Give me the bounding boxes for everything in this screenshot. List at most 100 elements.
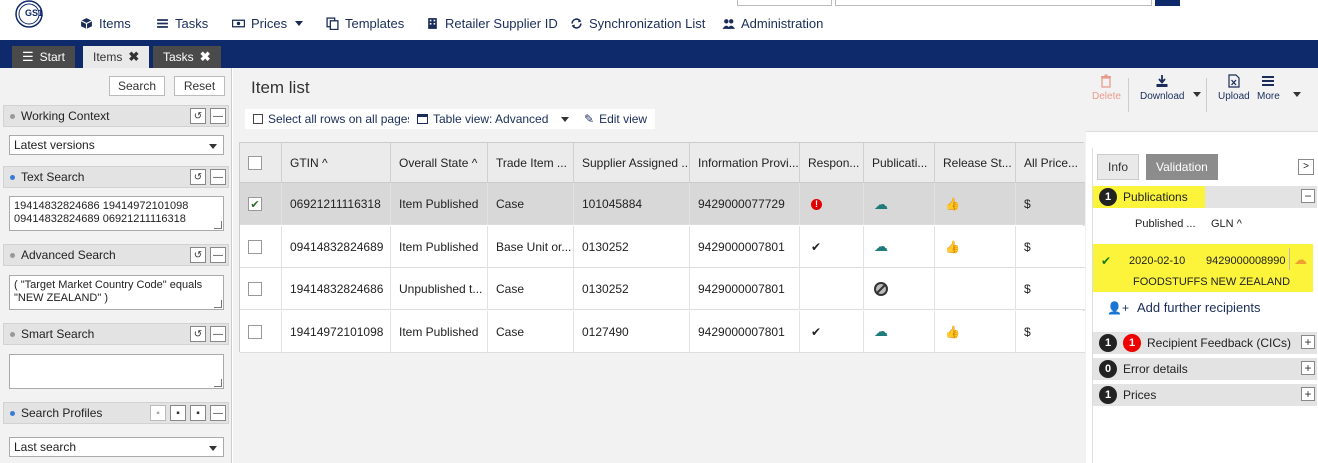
column-header-response[interactable]: Respon...: [800, 143, 864, 183]
upload-button[interactable]: Upload: [1218, 74, 1250, 102]
ban-icon[interactable]: [874, 282, 888, 296]
collapse-icon[interactable]: —: [210, 405, 226, 421]
reset-icon[interactable]: ↺: [190, 108, 206, 124]
chevron-down-icon[interactable]: [1293, 92, 1301, 97]
cloud-upload-icon[interactable]: ☁: [1294, 252, 1307, 268]
tab-items[interactable]: Items ✖: [83, 46, 150, 68]
table-view-dropdown[interactable]: Table view: Advanced: [409, 109, 578, 129]
error-icon[interactable]: !: [811, 198, 822, 210]
resize-handle-icon[interactable]: [214, 379, 222, 387]
tab-start[interactable]: ☰ Start: [12, 46, 75, 68]
collapse-icon[interactable]: —: [210, 247, 226, 263]
column-header-all-prices[interactable]: All Price...: [1016, 143, 1085, 183]
search-profiles-select[interactable]: Last search: [9, 437, 224, 457]
gs1-logo[interactable]: GS1: [12, 0, 50, 34]
column-header-gln[interactable]: GLN ^: [1211, 218, 1242, 230]
row-select-cell[interactable]: [240, 268, 282, 310]
header-select-checkbox[interactable]: [240, 143, 282, 183]
download-button[interactable]: Download: [1140, 74, 1184, 102]
column-header-information-provider[interactable]: Information Provi...: [690, 143, 800, 183]
column-header-overall-state[interactable]: Overall State ^: [391, 143, 488, 183]
reset-button[interactable]: Reset: [174, 76, 225, 96]
table-row[interactable]: 09414832824689 Item Published Base Unit or…: [240, 225, 1085, 268]
nav-tasks[interactable]: Tasks: [156, 14, 208, 32]
tab-tasks[interactable]: Tasks ✖: [153, 46, 221, 68]
close-icon[interactable]: ✖: [200, 49, 211, 65]
column-header-publication[interactable]: Publicati...: [864, 143, 935, 183]
nav-retailer-supplier-id[interactable]: Retailer Supplier ID: [426, 14, 558, 32]
expand-icon[interactable]: +: [1301, 361, 1315, 375]
column-header-supplier-assigned[interactable]: Supplier Assigned ...: [574, 143, 690, 183]
cloud-icon[interactable]: ☁: [874, 196, 888, 213]
edit-view-button[interactable]: ✎ Edit view: [576, 109, 656, 129]
nav-templates[interactable]: Templates: [326, 14, 404, 32]
reset-icon[interactable]: ↺: [190, 169, 206, 185]
advanced-search-field[interactable]: ( "Target Market Country Code" equals "N…: [9, 275, 224, 310]
collapse-icon[interactable]: −: [1301, 189, 1315, 203]
prices-header[interactable]: 1 Prices +: [1093, 384, 1317, 406]
error-details-header[interactable]: 0 Error details +: [1093, 358, 1317, 380]
resize-handle-icon[interactable]: [214, 300, 222, 308]
collapse-icon[interactable]: —: [210, 169, 226, 185]
cloud-icon[interactable]: ☁: [874, 323, 888, 340]
text-search-header[interactable]: Text Search ↺ —: [3, 166, 229, 188]
tab-start-label: Start: [39, 50, 65, 64]
nav-synchronization-list[interactable]: Synchronization List: [570, 14, 705, 32]
collapse-icon[interactable]: —: [210, 108, 226, 124]
advanced-search-header[interactable]: Advanced Search ↺ —: [3, 244, 229, 266]
save-icon[interactable]: ▪: [150, 405, 166, 421]
nav-administration[interactable]: Administration: [722, 14, 823, 32]
save-as-icon[interactable]: ▪: [170, 405, 186, 421]
smart-search-field[interactable]: [9, 354, 224, 389]
row-checkbox[interactable]: [248, 239, 262, 254]
smart-search-header[interactable]: Smart Search ↺ —: [3, 323, 229, 345]
publication-row[interactable]: ✔ 2020-02-10 9429000008990 ☁ FOODSTUFFS …: [1093, 244, 1313, 292]
tab-info[interactable]: Info: [1097, 154, 1140, 180]
expand-icon[interactable]: +: [1301, 387, 1315, 401]
more-button[interactable]: More: [1257, 74, 1280, 102]
bullet-icon: [10, 174, 15, 180]
row-select-cell[interactable]: [240, 310, 282, 353]
collapse-icon[interactable]: —: [210, 326, 226, 342]
top-select[interactable]: [737, 0, 832, 6]
select-all-button[interactable]: Select all rows on all pages: [245, 109, 422, 129]
tab-items-label: Items: [93, 50, 123, 64]
row-select-cell[interactable]: ✔: [240, 183, 282, 225]
nav-items[interactable]: Items: [80, 14, 131, 32]
row-checkbox[interactable]: ✔: [248, 197, 262, 211]
table-row[interactable]: 19414832824686 Unpublished t... Case 013025…: [240, 268, 1085, 310]
reset-icon[interactable]: ↺: [190, 326, 206, 342]
publications-header[interactable]: 1 Publications −: [1093, 186, 1317, 208]
copy-icon: [326, 16, 339, 30]
expand-icon[interactable]: +: [1301, 335, 1315, 349]
column-header-published[interactable]: Published ...: [1135, 218, 1196, 230]
nav-prices[interactable]: Prices: [232, 14, 304, 32]
top-search-button[interactable]: [1155, 0, 1180, 6]
working-context-header[interactable]: Working Context ↺ —: [3, 105, 229, 127]
text-search-field[interactable]: 19414832824686 19414972101098 0941483282…: [9, 196, 224, 231]
row-checkbox[interactable]: [248, 282, 262, 296]
tab-validation[interactable]: Validation: [1146, 154, 1218, 180]
cloud-icon[interactable]: ☁: [874, 238, 888, 255]
column-header-gtin[interactable]: GTIN ^: [282, 143, 391, 183]
column-header-release-status[interactable]: Release St...: [935, 143, 1016, 183]
column-header-trade-item[interactable]: Trade Item ...: [488, 143, 574, 183]
column-label: All Price...: [1024, 156, 1079, 170]
top-search-input[interactable]: [835, 0, 1152, 6]
chevron-right-icon[interactable]: >: [1298, 159, 1314, 175]
search-button[interactable]: Search: [109, 76, 165, 96]
row-checkbox[interactable]: [248, 324, 262, 339]
close-icon[interactable]: ✖: [128, 49, 139, 65]
delete-button[interactable]: Delete: [1092, 74, 1121, 102]
reset-icon[interactable]: ↺: [190, 247, 206, 263]
recipient-feedback-header[interactable]: 1 1 Recipient Feedback (CICs) +: [1093, 332, 1317, 354]
table-row[interactable]: ✔ 06921211116318 Item Published Case 1010458…: [240, 183, 1085, 225]
trash-icon[interactable]: ▪: [190, 405, 206, 421]
resize-handle-icon[interactable]: [214, 221, 222, 229]
chevron-down-icon[interactable]: [1193, 92, 1201, 97]
row-select-cell[interactable]: [240, 225, 282, 268]
add-recipients-button[interactable]: 👤+ Add further recipients: [1107, 300, 1261, 315]
working-context-select[interactable]: Latest versions: [9, 135, 224, 155]
search-profiles-header[interactable]: Search Profiles ▪ ▪ ▪ —: [3, 402, 229, 424]
table-row[interactable]: 19414972101098 Item Published Case 0127490 9…: [240, 310, 1085, 353]
